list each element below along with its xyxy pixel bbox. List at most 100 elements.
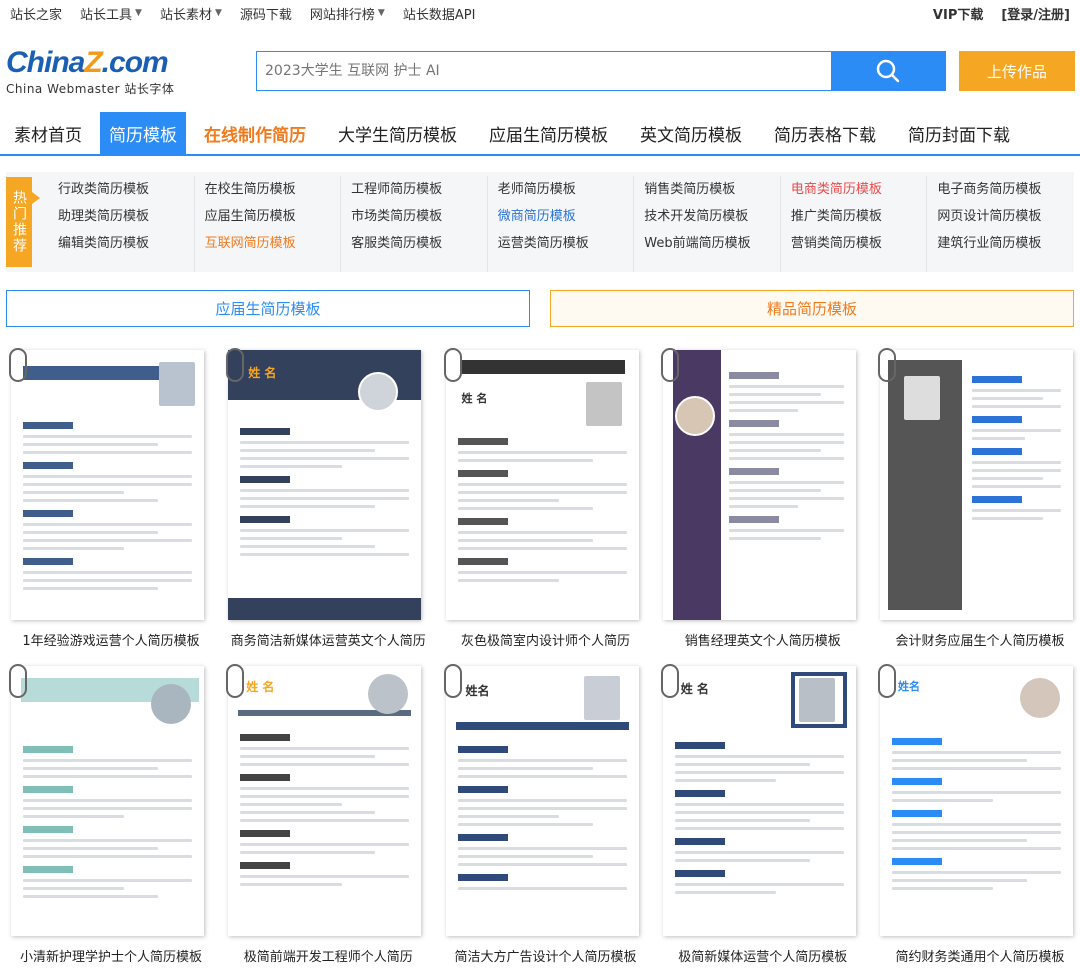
upload-button[interactable]: 上传作品 <box>959 51 1075 91</box>
template-title[interactable]: 简约财务类通用个人简历模板 <box>875 946 1080 965</box>
hot-link[interactable]: 销售类简历模板 <box>644 176 780 203</box>
hot-link[interactable]: 行政类简历模板 <box>58 176 194 203</box>
search-box <box>256 51 946 91</box>
vip-download-link[interactable]: VIP下载 <box>933 4 983 23</box>
template-title[interactable]: 灰色极简室内设计师个人简历 <box>441 630 651 649</box>
paperclip-icon <box>878 348 896 382</box>
resume-thumbnail: 姓名 <box>880 666 1073 936</box>
template-title[interactable]: 小清新护理学护士个人简历模板 <box>6 946 216 965</box>
top-right: VIP下载 [登录/注册] <box>933 4 1070 23</box>
hot-column: 销售类简历模板 技术开发简历模板 Web前端简历模板 <box>634 176 781 272</box>
hot-link[interactable]: 应届生简历模板 <box>205 203 341 230</box>
top-bar: 站长之家 站长工具 ▼ 站长素材 ▼ 源码下载 网站排行榜 ▼ 站长数据API VIP… <box>0 0 1080 26</box>
template-title[interactable]: 商务简洁新媒体运营英文个人简历 <box>223 630 433 649</box>
hot-recommend: 热门推荐 行政类简历模板 助理类简历模板 编辑类简历模板 在校生简历模板 应届生… <box>6 172 1074 272</box>
hot-link[interactable]: 互联网简历模板 <box>205 230 341 257</box>
hot-link[interactable]: 编辑类简历模板 <box>58 230 194 257</box>
paperclip-icon <box>9 664 27 698</box>
template-card[interactable]: 会计财务应届生个人简历模板 <box>875 348 1074 650</box>
hot-link[interactable]: 助理类简历模板 <box>58 203 194 230</box>
hot-link[interactable]: 在校生简历模板 <box>205 176 341 203</box>
hot-link[interactable]: 运营类简历模板 <box>498 230 634 257</box>
premium-templates-tab[interactable]: 精品简历模板 <box>550 290 1074 327</box>
resume-thumbnail <box>662 350 856 620</box>
template-card[interactable]: 姓 名 极简新媒体运营个人简历模板 <box>658 664 857 966</box>
hot-link[interactable]: 推广类简历模板 <box>791 203 927 230</box>
template-grid: 1年经验游戏运营个人简历模板 姓 名 商务简洁新媒体运营英文个人简历 姓 名 灰… <box>6 348 1074 980</box>
template-title[interactable]: 极简新媒体运营个人简历模板 <box>658 946 868 965</box>
template-card[interactable]: 小清新护理学护士个人简历模板 <box>6 664 205 966</box>
hot-link[interactable]: 电商类简历模板 <box>791 176 927 203</box>
resume-thumbnail <box>880 350 1073 620</box>
template-row: 1年经验游戏运营个人简历模板 姓 名 商务简洁新媒体运营英文个人简历 姓 名 灰… <box>6 348 1074 664</box>
main-nav: 素材首页 简历模板 在线制作简历 大学生简历模板 应届生简历模板 英文简历模板 … <box>0 112 1080 156</box>
login-link[interactable]: [登录/注册] <box>1001 4 1070 23</box>
top-link-home[interactable]: 站长之家 <box>10 4 62 23</box>
paperclip-icon <box>443 664 462 698</box>
hot-link[interactable]: Web前端简历模板 <box>644 230 780 257</box>
category-switch: 应届生简历模板 精品简历模板 <box>6 290 1074 327</box>
paperclip-icon <box>660 664 679 698</box>
hot-link[interactable]: 客服类简历模板 <box>351 230 487 257</box>
nav-home[interactable]: 素材首页 <box>0 112 96 154</box>
resume-thumbnail <box>11 350 204 620</box>
hot-link[interactable]: 工程师简历模板 <box>351 176 487 203</box>
nav-resume-cover[interactable]: 简历封面下载 <box>894 112 1024 154</box>
search-input[interactable] <box>257 52 831 90</box>
chevron-down-icon: ▼ <box>377 8 385 18</box>
hot-link[interactable]: 建筑行业简历模板 <box>937 230 1074 257</box>
paperclip-icon <box>443 348 462 382</box>
nav-college-resume[interactable]: 大学生简历模板 <box>324 112 471 154</box>
hot-column: 工程师简历模板 市场类简历模板 客服类简历模板 <box>341 176 488 272</box>
top-links: 站长之家 站长工具 ▼ 站长素材 ▼ 源码下载 网站排行榜 ▼ 站长数据API <box>10 4 475 23</box>
hot-link[interactable]: 技术开发简历模板 <box>644 203 780 230</box>
resume-thumbnail: 姓 名 <box>228 350 422 620</box>
template-card[interactable]: 姓 名 商务简洁新媒体运营英文个人简历 <box>223 348 426 650</box>
template-card[interactable]: 姓名 简洁大方广告设计个人简历模板 <box>441 664 640 966</box>
hot-link[interactable]: 营销类简历模板 <box>791 230 927 257</box>
template-title[interactable]: 会计财务应届生个人简历模板 <box>875 630 1080 649</box>
resume-thumbnail <box>11 666 204 936</box>
template-card[interactable]: 姓 名 灰色极简室内设计师个人简历 <box>441 348 640 650</box>
top-link-api[interactable]: 站长数据API <box>403 4 476 23</box>
hot-tag: 热门推荐 <box>6 177 40 267</box>
nav-resume-table[interactable]: 简历表格下载 <box>760 112 890 154</box>
graduate-templates-tab[interactable]: 应届生简历模板 <box>6 290 530 327</box>
template-title[interactable]: 销售经理英文个人简历模板 <box>658 630 868 649</box>
hot-link[interactable]: 微商简历模板 <box>498 203 634 230</box>
nav-graduate-resume[interactable]: 应届生简历模板 <box>475 112 622 154</box>
template-card[interactable]: 1年经验游戏运营个人简历模板 <box>6 348 205 650</box>
top-link-material[interactable]: 站长素材 ▼ <box>160 4 222 23</box>
paperclip-icon <box>9 348 27 382</box>
nav-online-resume[interactable]: 在线制作简历 <box>190 112 320 154</box>
resume-thumbnail: 姓 名 <box>228 666 422 936</box>
template-card[interactable]: 销售经理英文个人简历模板 <box>658 348 857 650</box>
hot-link[interactable]: 电子商务简历模板 <box>937 176 1074 203</box>
template-title[interactable]: 极简前端开发工程师个人简历 <box>223 946 433 965</box>
template-title[interactable]: 1年经验游戏运营个人简历模板 <box>6 630 216 649</box>
top-link-rank[interactable]: 网站排行榜 ▼ <box>310 4 385 23</box>
paperclip-icon <box>660 348 679 382</box>
template-card[interactable]: 姓 名 极简前端开发工程师个人简历 <box>223 664 422 966</box>
template-card[interactable]: 姓名 简约财务类通用个人简历模板 <box>875 664 1074 966</box>
top-link-tools[interactable]: 站长工具 ▼ <box>80 4 142 23</box>
search-icon <box>876 59 900 83</box>
hot-link[interactable]: 网页设计简历模板 <box>937 203 1074 230</box>
chevron-down-icon: ▼ <box>214 8 222 18</box>
hot-link[interactable]: 市场类简历模板 <box>351 203 487 230</box>
hot-link[interactable]: 老师简历模板 <box>498 176 634 203</box>
paperclip-icon <box>226 664 245 698</box>
resume-thumbnail: 姓 名 <box>445 350 639 620</box>
paperclip-icon <box>226 348 245 382</box>
site-logo[interactable]: ChinaZ.com China Webmaster 站长字体 <box>6 48 176 97</box>
resume-thumbnail: 姓名 <box>445 666 639 936</box>
template-row: 小清新护理学护士个人简历模板 姓 名 极简前端开发工程师个人简历 姓名 简洁大方… <box>6 664 1074 980</box>
nav-resume-templates[interactable]: 简历模板 <box>100 112 186 154</box>
chevron-down-icon: ▼ <box>135 8 142 18</box>
header: ChinaZ.com China Webmaster 站长字体 上传作品 <box>0 26 1080 112</box>
nav-english-resume[interactable]: 英文简历模板 <box>626 112 756 154</box>
template-title[interactable]: 简洁大方广告设计个人简历模板 <box>441 946 651 965</box>
hot-column: 电子商务简历模板 网页设计简历模板 建筑行业简历模板 <box>927 176 1074 272</box>
top-link-source[interactable]: 源码下载 <box>240 4 292 23</box>
search-button[interactable] <box>831 52 945 90</box>
